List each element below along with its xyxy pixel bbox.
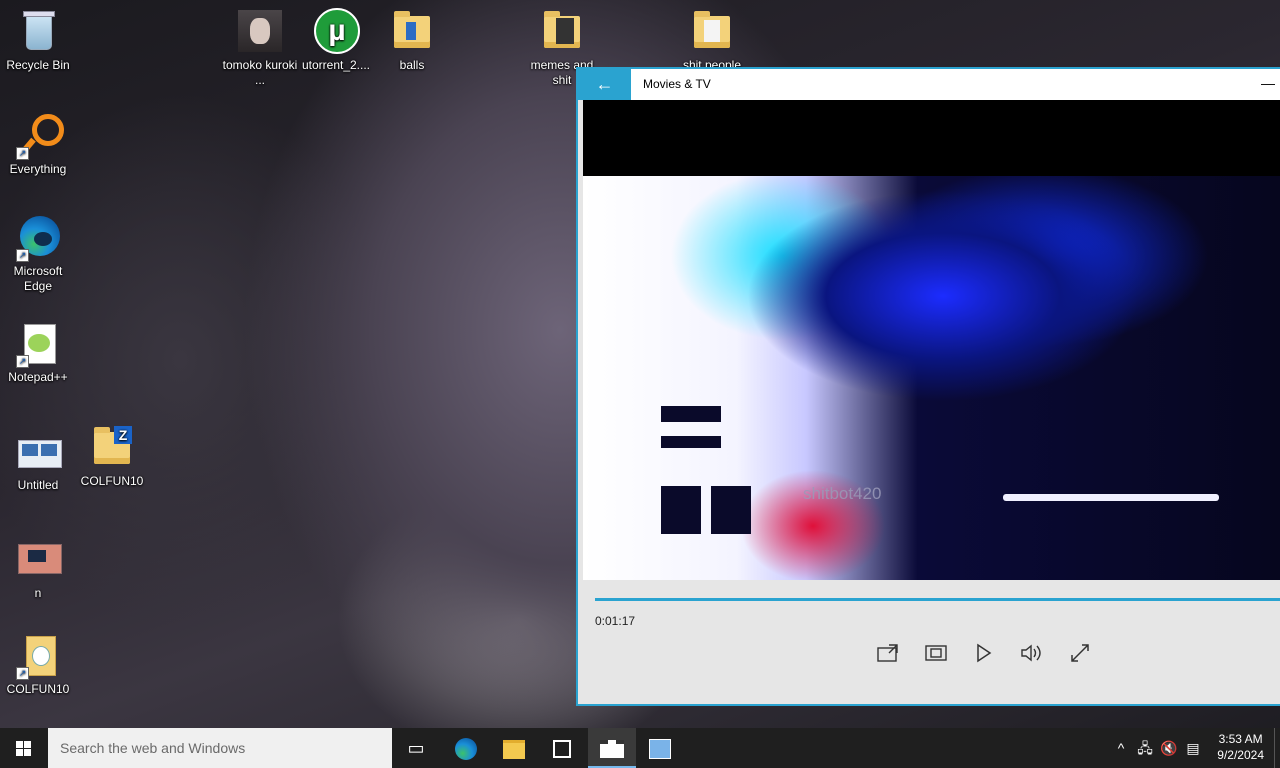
search-input[interactable] <box>48 728 380 768</box>
taskbar: ▭ ^ 🖧 🔇 ▤ 3:53 AM 9/2/2024 <box>0 728 1280 768</box>
file-icon: ↗ <box>14 632 62 680</box>
task-view-button[interactable]: ▭ <box>392 728 440 768</box>
edge-icon: ↗ <box>14 214 62 262</box>
aspect-ratio-icon <box>925 645 947 661</box>
clapperboard-icon <box>600 740 624 759</box>
clock-date: 9/2/2024 <box>1217 748 1264 762</box>
video-frame-highlight <box>1003 494 1219 501</box>
action-center-button[interactable]: ▤ <box>1182 728 1204 768</box>
everything-search-icon: ↗ <box>14 112 64 160</box>
desktop-icon-label: Untitled <box>17 478 59 492</box>
image-file-icon <box>14 428 62 476</box>
desktop-icon-shit-people[interactable]: shit people <box>674 8 750 73</box>
edge-icon <box>455 738 477 761</box>
taskbar-edge-button[interactable] <box>442 728 490 768</box>
video-frame-shapes <box>661 406 771 556</box>
network-tray-button[interactable]: 🖧 <box>1134 728 1156 768</box>
shortcut-arrow-icon: ↗ <box>16 355 29 368</box>
shortcut-arrow-icon: ↗ <box>16 249 29 262</box>
show-hidden-icons-button[interactable]: ^ <box>1112 728 1130 768</box>
taskbar-store-button[interactable] <box>538 728 586 768</box>
notepad-plus-plus-icon: ↗ <box>14 320 62 368</box>
taskbar-file-explorer-button[interactable] <box>490 728 538 768</box>
minimize-button[interactable]: — <box>1256 69 1280 100</box>
player-controls: 0:01:17 <box>583 580 1280 704</box>
desktop-icon-notepad-plus-plus[interactable]: ↗ Notepad++ <box>0 320 76 385</box>
utorrent-icon: µ <box>312 8 360 56</box>
cast-button[interactable] <box>873 638 903 668</box>
desktop-icon-colfun10-archive[interactable]: Z COLFUN10 <box>74 424 150 489</box>
video-watermark: shitbot420 <box>803 484 882 503</box>
desktop-icon-label: Recycle Bin <box>6 58 70 72</box>
desktop-icon-label: Notepad++ <box>8 370 68 384</box>
network-icon: 🖧 <box>1137 740 1153 756</box>
desktop-icon-label: Everything <box>9 162 67 176</box>
windows-logo-icon <box>16 741 32 756</box>
aspect-ratio-button[interactable] <box>921 638 951 668</box>
clock[interactable]: 3:53 AM 9/2/2024 <box>1217 731 1264 763</box>
folder-icon <box>388 8 436 56</box>
desktop-icon-label: n <box>34 586 42 600</box>
movies-tv-window[interactable]: ← Movies & TV — shitbot420 0:01:17 <box>576 67 1280 706</box>
cast-icon <box>877 644 898 662</box>
desktop-icon-utorrent[interactable]: µ utorrent_2.... <box>298 8 374 73</box>
calculator-icon <box>649 739 671 760</box>
shortcut-arrow-icon: ↗ <box>16 147 29 160</box>
desktop-icon-label: tomoko kuroki ... <box>222 58 298 87</box>
folder-icon <box>503 739 525 759</box>
clock-time: 3:53 AM <box>1218 732 1263 746</box>
play-button[interactable] <box>969 638 999 668</box>
folder-icon <box>688 8 736 56</box>
play-icon <box>977 643 992 663</box>
desktop-icon-label: COLFUN10 <box>80 474 144 488</box>
desktop-icon-untitled[interactable]: Untitled <box>0 428 76 493</box>
window-title: Movies & TV <box>643 77 711 91</box>
chevron-up-icon: ^ <box>1117 740 1125 756</box>
image-thumbnail-icon <box>236 8 284 56</box>
start-button[interactable] <box>0 728 48 768</box>
desktop-icon-n[interactable]: n <box>0 536 76 601</box>
desktop-icon-label: balls <box>399 58 425 72</box>
desktop-icon-colfun10[interactable]: ↗ COLFUN10 <box>0 632 76 697</box>
desktop-icon-label: utorrent_2.... <box>301 58 371 72</box>
video-frame: shitbot420 <box>583 176 1280 580</box>
desktop-icon-label: Microsoft Edge <box>13 264 63 293</box>
desktop-icon-microsoft-edge[interactable]: ↗ Microsoft Edge <box>0 214 76 294</box>
volume-muted-icon: 🔇 <box>1160 740 1178 756</box>
folder-icon <box>538 8 586 56</box>
volume-tray-button[interactable]: 🔇 <box>1158 728 1180 768</box>
taskbar-movies-tv-button[interactable] <box>588 728 636 768</box>
notification-icon: ▤ <box>1186 740 1200 756</box>
desktop-icon-everything[interactable]: ↗ Everything <box>0 112 76 177</box>
back-button[interactable]: ← <box>578 69 631 100</box>
taskbar-calculator-button[interactable] <box>636 728 684 768</box>
video-player[interactable]: shitbot420 <box>583 100 1280 580</box>
elapsed-time: 0:01:17 <box>595 614 636 628</box>
desktop-icon-tomoko-kuroki[interactable]: tomoko kuroki ... <box>222 8 298 88</box>
search-box[interactable] <box>48 728 392 768</box>
progress-bar[interactable] <box>595 598 1280 601</box>
image-file-icon <box>14 536 62 584</box>
desktop-icon-recycle-bin[interactable]: Recycle Bin <box>0 8 76 73</box>
fullscreen-icon <box>1071 644 1089 662</box>
desktop-icon-balls[interactable]: balls <box>374 8 450 73</box>
window-titlebar[interactable]: ← Movies & TV — <box>578 69 1280 100</box>
shortcut-arrow-icon: ↗ <box>16 667 29 680</box>
store-icon <box>553 740 571 759</box>
task-view-icon: ▭ <box>407 738 425 758</box>
volume-button[interactable] <box>1017 638 1047 668</box>
volume-icon <box>1021 644 1041 662</box>
desktop-icon-label: COLFUN10 <box>6 682 70 696</box>
show-desktop-button[interactable] <box>1274 728 1280 768</box>
recycle-bin-icon <box>14 8 62 56</box>
zip-folder-icon: Z <box>88 424 136 472</box>
fullscreen-button[interactable] <box>1065 638 1095 668</box>
arrow-left-icon: ← <box>595 74 614 94</box>
